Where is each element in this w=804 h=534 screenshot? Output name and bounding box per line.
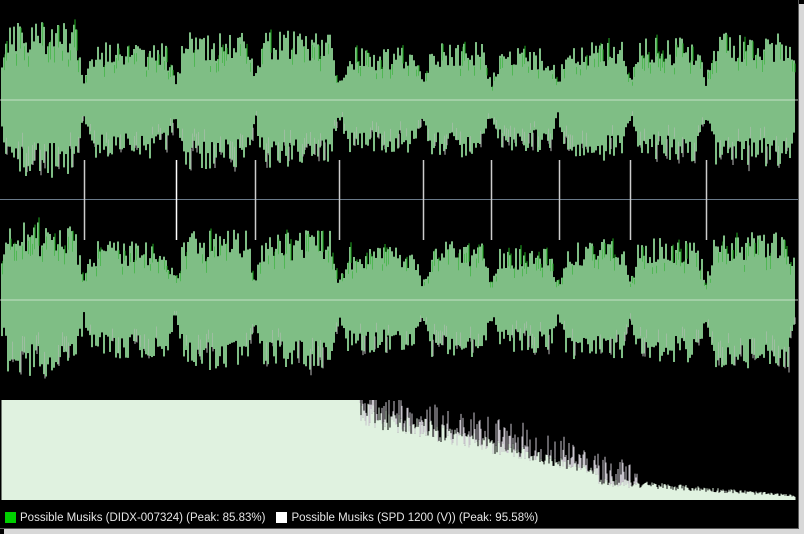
- legend-swatch-green: [5, 512, 16, 523]
- legend-label-spd: Possible Musiks (SPD 1200 (V)) (Peak: 95…: [291, 511, 539, 524]
- waveform-channel-right: [0, 200, 798, 379]
- legend-item-spd: Possible Musiks (SPD 1200 (V)) (Peak: 95…: [271, 512, 538, 524]
- spectrum-panel: [1, 400, 796, 500]
- waveform-comparison-window: Possible Musiks (DIDX-007324) (Peak: 85.…: [0, 0, 799, 529]
- legend-swatch-white: [276, 512, 288, 523]
- legend-label-didx: Possible Musiks (DIDX-007324) (Peak: 85.…: [20, 511, 266, 524]
- waveform-bars: [1, 217, 796, 379]
- legend-item-didx: Possible Musiks (DIDX-007324) (Peak: 85.…: [0, 512, 265, 524]
- window-shadow-right: [799, 4, 804, 534]
- window-shadow-bottom: [4, 529, 804, 534]
- spectrum-bars: [1, 400, 796, 500]
- waveform-bars: [1, 19, 796, 178]
- legend: Possible Musiks (DIDX-007324) (Peak: 85.…: [0, 507, 798, 528]
- waveform-channel-left: [0, 19, 798, 200]
